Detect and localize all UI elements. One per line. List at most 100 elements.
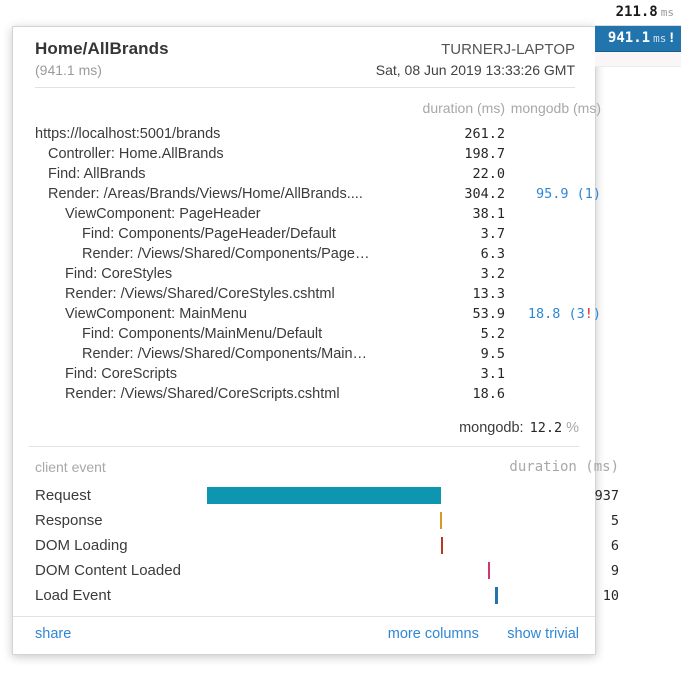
table-row[interactable]: https://localhost:5001/brands 261.2 [13, 124, 617, 144]
profiler-header-bottom-row: (941.1 ms) Sat, 08 Jun 2019 13:33:26 GMT [35, 59, 575, 78]
timing-duration: 304.2 [464, 186, 505, 202]
client-event-name: DOM Loading [35, 537, 128, 554]
timing-mongodb-cell [505, 384, 617, 404]
profiler-index-tail [595, 52, 681, 67]
timing-duration: 18.6 [472, 386, 505, 402]
column-header-client-event: client event [35, 459, 106, 475]
client-event-bar [439, 512, 442, 529]
timing-duration-cell: 3.2 [393, 264, 505, 284]
client-event-name: DOM Content Loaded [35, 562, 181, 579]
timing-duration-cell: 9.5 [393, 344, 505, 364]
timing-mongodb-cell [505, 344, 617, 364]
client-event-graph-cell [207, 533, 503, 558]
client-event-track [207, 585, 503, 606]
timing-duration-cell: 304.2 [393, 184, 505, 204]
client-event-graph-cell [207, 583, 503, 608]
table-row[interactable]: ViewComponent: PageHeader 38.1 [13, 204, 617, 224]
machine-name: TURNERJ-LAPTOP [441, 41, 575, 58]
profiler-result-badge-active[interactable]: 941.1 ms! [595, 26, 681, 52]
timing-duration: 3.1 [480, 366, 505, 382]
profiler-results-index: 211.8 ms 941.1 ms! [595, 0, 681, 67]
timing-label-cell: ViewComponent: PageHeader [13, 204, 393, 224]
column-header-duration: duration (ms) [422, 100, 505, 116]
timing-label: ViewComponent: PageHeader [65, 206, 261, 222]
timing-duration: 6.3 [480, 246, 505, 262]
share-link[interactable]: share [35, 626, 71, 642]
profiler-result-unit: ms [660, 6, 674, 19]
client-event-name: Load Event [35, 587, 111, 604]
client-event-duration: 9 [610, 562, 619, 579]
timing-duration: 3.2 [480, 266, 505, 282]
timing-duration: 38.1 [472, 206, 505, 222]
table-row[interactable]: Find: Components/MainMenu/Default 5.2 [13, 324, 617, 344]
timing-label: Render: /Views/Shared/CoreScripts.cshtml [65, 386, 340, 402]
timing-mongodb-cell [505, 224, 617, 244]
table-row[interactable]: Find: Components/PageHeader/Default 3.7 [13, 224, 617, 244]
timing-duration: 261.2 [464, 126, 505, 142]
show-trivial-link[interactable]: show trivial [507, 626, 579, 642]
timing-label: Render: /Views/Shared/Components/Main… [82, 346, 368, 362]
timing-duration: 22.0 [472, 166, 505, 182]
table-row[interactable]: Find: AllBrands 22.0 [13, 164, 617, 184]
timing-label-cell: Controller: Home.AllBrands [13, 144, 393, 164]
timing-mongodb-suffix: ) [592, 306, 601, 322]
profiler-result-warning-indicator: ! [669, 29, 674, 45]
timing-label: Find: CoreStyles [65, 266, 173, 282]
client-timing-row: Response 5 [13, 508, 635, 533]
timing-mongodb-cell: 95.9 (1) [505, 184, 617, 204]
timing-mongodb-cell [505, 144, 617, 164]
timing-label: Render: /Views/Shared/Components/Page… [82, 246, 370, 262]
timing-duration: 5.2 [480, 326, 505, 342]
aggregate-unit: % [566, 420, 579, 436]
timing-duration-cell: 5.2 [393, 324, 505, 344]
timing-duration-cell: 13.3 [393, 284, 505, 304]
more-columns-link[interactable]: more columns [388, 626, 479, 642]
client-timing-row: DOM Content Loaded 9 [13, 558, 635, 583]
client-event-track [207, 485, 503, 506]
timing-duration-cell: 3.7 [393, 224, 505, 244]
timing-mongodb-value[interactable]: 18.8 (3!) [528, 306, 601, 322]
table-row[interactable]: Render: /Views/Shared/Components/Main… 9.… [13, 344, 617, 364]
client-event-bar [495, 587, 498, 604]
client-event-name: Response [35, 512, 103, 529]
table-row[interactable]: Render: /Areas/Brands/Views/Home/AllBran… [13, 184, 617, 204]
profiler-result-badge-inactive[interactable]: 211.8 ms [595, 0, 681, 26]
table-row[interactable]: Render: /Views/Shared/Components/Page… 6.… [13, 244, 617, 264]
timing-mongodb-cell [505, 324, 617, 344]
timing-mongodb-value[interactable]: 95.9 (1) [536, 186, 601, 202]
timing-mongodb-cell [505, 124, 617, 144]
profiler-result-unit: ms [653, 32, 667, 45]
client-event-graph-cell [207, 558, 503, 583]
client-event-duration: 5 [610, 512, 619, 529]
client-event-bar [440, 537, 443, 554]
timing-label-cell: Find: CoreStyles [13, 264, 393, 284]
timing-duration-cell: 18.6 [393, 384, 505, 404]
timings-table-head: duration (ms) mongodb (ms) [13, 94, 617, 124]
client-event-duration: 6 [610, 537, 619, 554]
timing-duration: 53.9 [472, 306, 505, 322]
timing-duration-cell: 6.3 [393, 244, 505, 264]
table-row[interactable]: ViewComponent: MainMenu 53.9 18.8 (3!) [13, 304, 617, 324]
client-timing-row: DOM Loading 6 [13, 533, 635, 558]
table-row[interactable]: Render: /Views/Shared/CoreStyles.cshtml 1… [13, 284, 617, 304]
table-row[interactable]: Render: /Views/Shared/CoreScripts.cshtml… [13, 384, 617, 404]
column-header-client-graph [207, 447, 503, 483]
table-row[interactable]: Controller: Home.AllBrands 198.7 [13, 144, 617, 164]
profiler-footer: share more columns show trivial [13, 616, 595, 654]
timing-label-cell: Find: Components/MainMenu/Default [13, 324, 393, 344]
aggregate-value: 12.2 [529, 420, 563, 436]
table-row[interactable]: Find: CoreScripts 3.1 [13, 364, 617, 384]
timing-label-cell: Find: Components/PageHeader/Default [13, 224, 393, 244]
client-timings-head: client event duration (ms) [13, 447, 635, 483]
timing-duration: 9.5 [480, 346, 505, 362]
client-event-track [207, 535, 503, 556]
timing-label: Find: Components/PageHeader/Default [82, 226, 336, 242]
profiler-popup-panel: Home/AllBrands TURNERJ-LAPTOP (941.1 ms)… [12, 26, 619, 655]
timing-duration: 3.7 [480, 226, 505, 242]
client-timings-body: Request 937 Response 5 DOM Loading 6 DOM Conte… [13, 483, 635, 608]
timing-duration-cell: 53.9 [393, 304, 505, 324]
total-duration: (941.1 ms) [35, 62, 102, 78]
client-event-graph-cell [207, 483, 503, 508]
timing-label-cell: Find: CoreScripts [13, 364, 393, 384]
table-row[interactable]: Find: CoreStyles 3.2 [13, 264, 617, 284]
